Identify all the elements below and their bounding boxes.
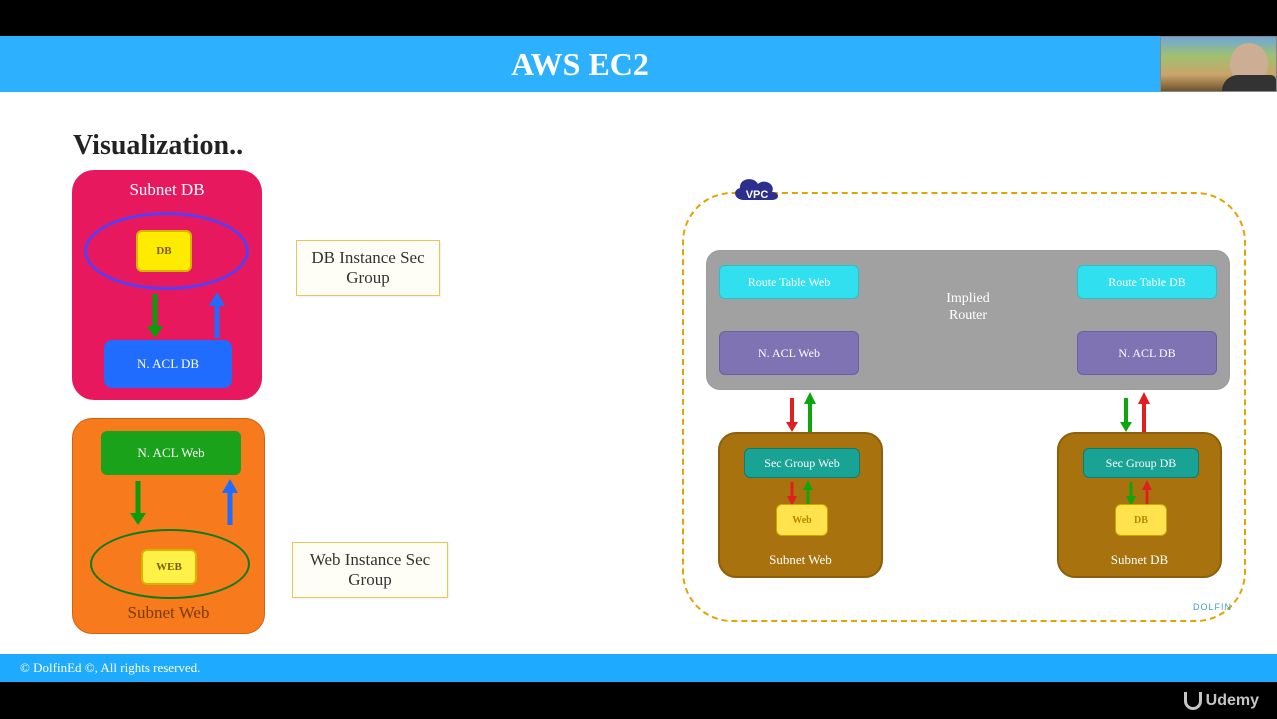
vpc-badge-text: VPC [740,189,774,201]
subnet-web-card: N. ACL Web WEB Subnet Web [72,418,265,634]
presenter-body-placeholder [1222,75,1276,91]
presenter-webcam-thumbnail [1160,36,1277,92]
arrow-down-green [144,292,166,338]
arrows-router-subnet-web [782,392,822,432]
subnet-web-caption-right: Subnet Web [720,552,881,568]
db-instance-small: DB [1115,504,1167,536]
implied-router-label: Implied Router [707,291,1229,325]
web-instance-small: Web [776,504,828,536]
slide-header-title: AWS EC2 [511,46,649,83]
web-instance-box: WEB [141,549,197,585]
arrow-up-blue [206,292,228,338]
sec-group-db-right: Sec Group DB [1083,448,1199,478]
subnet-db-card-right: Sec Group DB DB Subnet DB [1057,432,1222,578]
arrows-secgroup-instance-web [782,480,822,506]
udemy-brand-text: Udemy [1206,692,1259,710]
subnet-db-caption-right: Subnet DB [1059,552,1220,568]
slide-title: Visualization.. [73,130,243,162]
nacl-web-right: N. ACL Web [719,331,859,375]
nacl-db-box: N. ACL DB [104,340,232,388]
vpc-badge: VPC [730,172,782,210]
db-sec-group-label: DB Instance Sec Group [296,240,440,296]
subnet-db-card: Subnet DB DB N. ACL DB [72,170,262,400]
implied-router-label-line1: Implied [946,291,990,306]
dolfined-watermark: DOLFIN [1193,602,1232,612]
nacl-db-right: N. ACL DB [1077,331,1217,375]
sec-group-web-right: Sec Group Web [744,448,860,478]
web-sec-group-label: Web Instance Sec Group [292,542,448,598]
nacl-web-box: N. ACL Web [101,431,241,475]
db-instance-box: DB [136,230,192,272]
slide-header-bar: AWS EC2 [0,36,1160,92]
subnet-web-caption: Subnet Web [73,603,264,623]
slide-body: Visualization.. Subnet DB DB N. ACL DB N… [0,92,1277,654]
subnet-web-card-right: Sec Group Web Web Subnet Web [718,432,883,578]
implied-router-label-line2: Router [949,308,987,323]
udemy-logo-icon [1184,692,1202,710]
arrow-up-blue [219,479,241,525]
subnet-db-caption: Subnet DB [72,170,262,200]
arrow-down-green [127,479,149,525]
slide-footer-bar: © DolfinEd ©, All rights reserved. [0,654,1277,682]
arrows-secgroup-instance-db [1121,480,1161,506]
letterbox-top [0,0,1277,36]
vpc-container: VPC Route Table Web Route Table DB Impli… [682,192,1246,622]
copyright-text: © DolfinEd ©, All rights reserved. [20,660,200,676]
video-player-bottom-bar: Udemy [0,683,1277,719]
arrows-router-subnet-db [1116,392,1156,432]
implied-router-box: Route Table Web Route Table DB Implied R… [706,250,1230,390]
